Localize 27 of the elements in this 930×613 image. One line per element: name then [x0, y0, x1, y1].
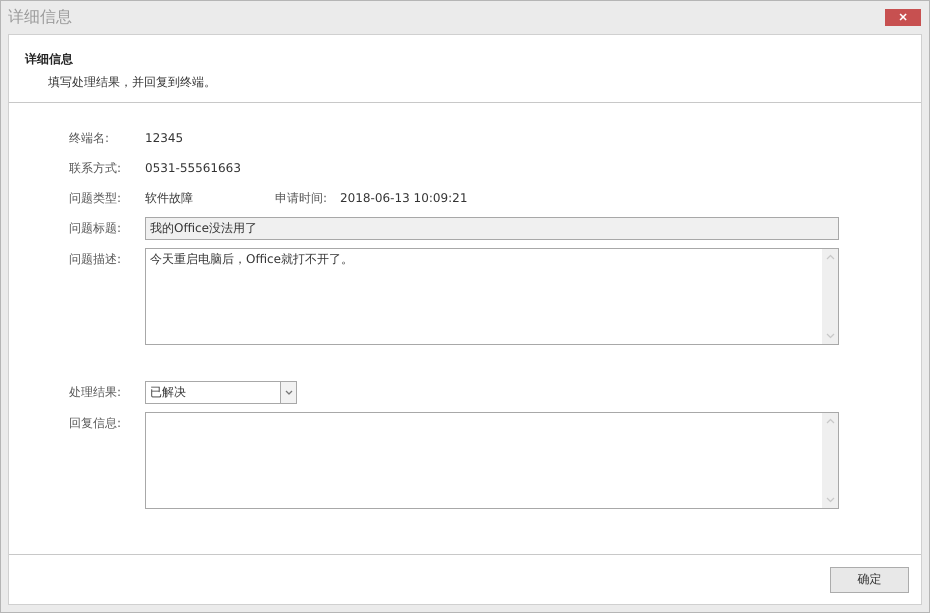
field-label: 联系方式: — [69, 160, 122, 177]
field-label: 问题描述: — [69, 251, 122, 268]
scroll-down-icon[interactable] — [826, 497, 834, 503]
field-value: 软件故障 — [145, 190, 194, 206]
reply-field[interactable] — [145, 412, 839, 509]
description-field[interactable]: 今天重启电脑后，Office就打不开了。 — [145, 248, 839, 345]
ok-button[interactable]: 确定 — [830, 566, 909, 592]
field-label: 处理结果: — [69, 384, 122, 401]
field-value: 2018-06-13 10:09:21 — [340, 191, 468, 205]
scroll-down-icon[interactable] — [826, 333, 834, 339]
header-subtitle: 填写处理结果，并回复到终端。 — [47, 74, 217, 91]
field-value: 12345 — [145, 131, 184, 145]
field-label: 问题类型: — [69, 190, 122, 207]
header-title: 详细信息 — [25, 51, 74, 68]
close-button[interactable]: ✕ — [885, 8, 921, 26]
field-label: 终端名: — [69, 130, 110, 147]
field-label: 申请时间: — [275, 190, 328, 206]
scrollbar[interactable] — [822, 249, 838, 344]
chevron-down-icon — [284, 390, 292, 395]
scroll-up-icon[interactable] — [826, 254, 834, 260]
window-title: 详细信息 — [8, 7, 72, 28]
scrollbar[interactable] — [822, 413, 838, 508]
field-value: 0531-55561663 — [145, 161, 242, 175]
field-label: 问题标题: — [69, 220, 122, 237]
field-label: 回复信息: — [69, 415, 122, 432]
result-dropdown[interactable]: 已解决 — [145, 381, 297, 404]
scroll-up-icon[interactable] — [826, 418, 834, 424]
